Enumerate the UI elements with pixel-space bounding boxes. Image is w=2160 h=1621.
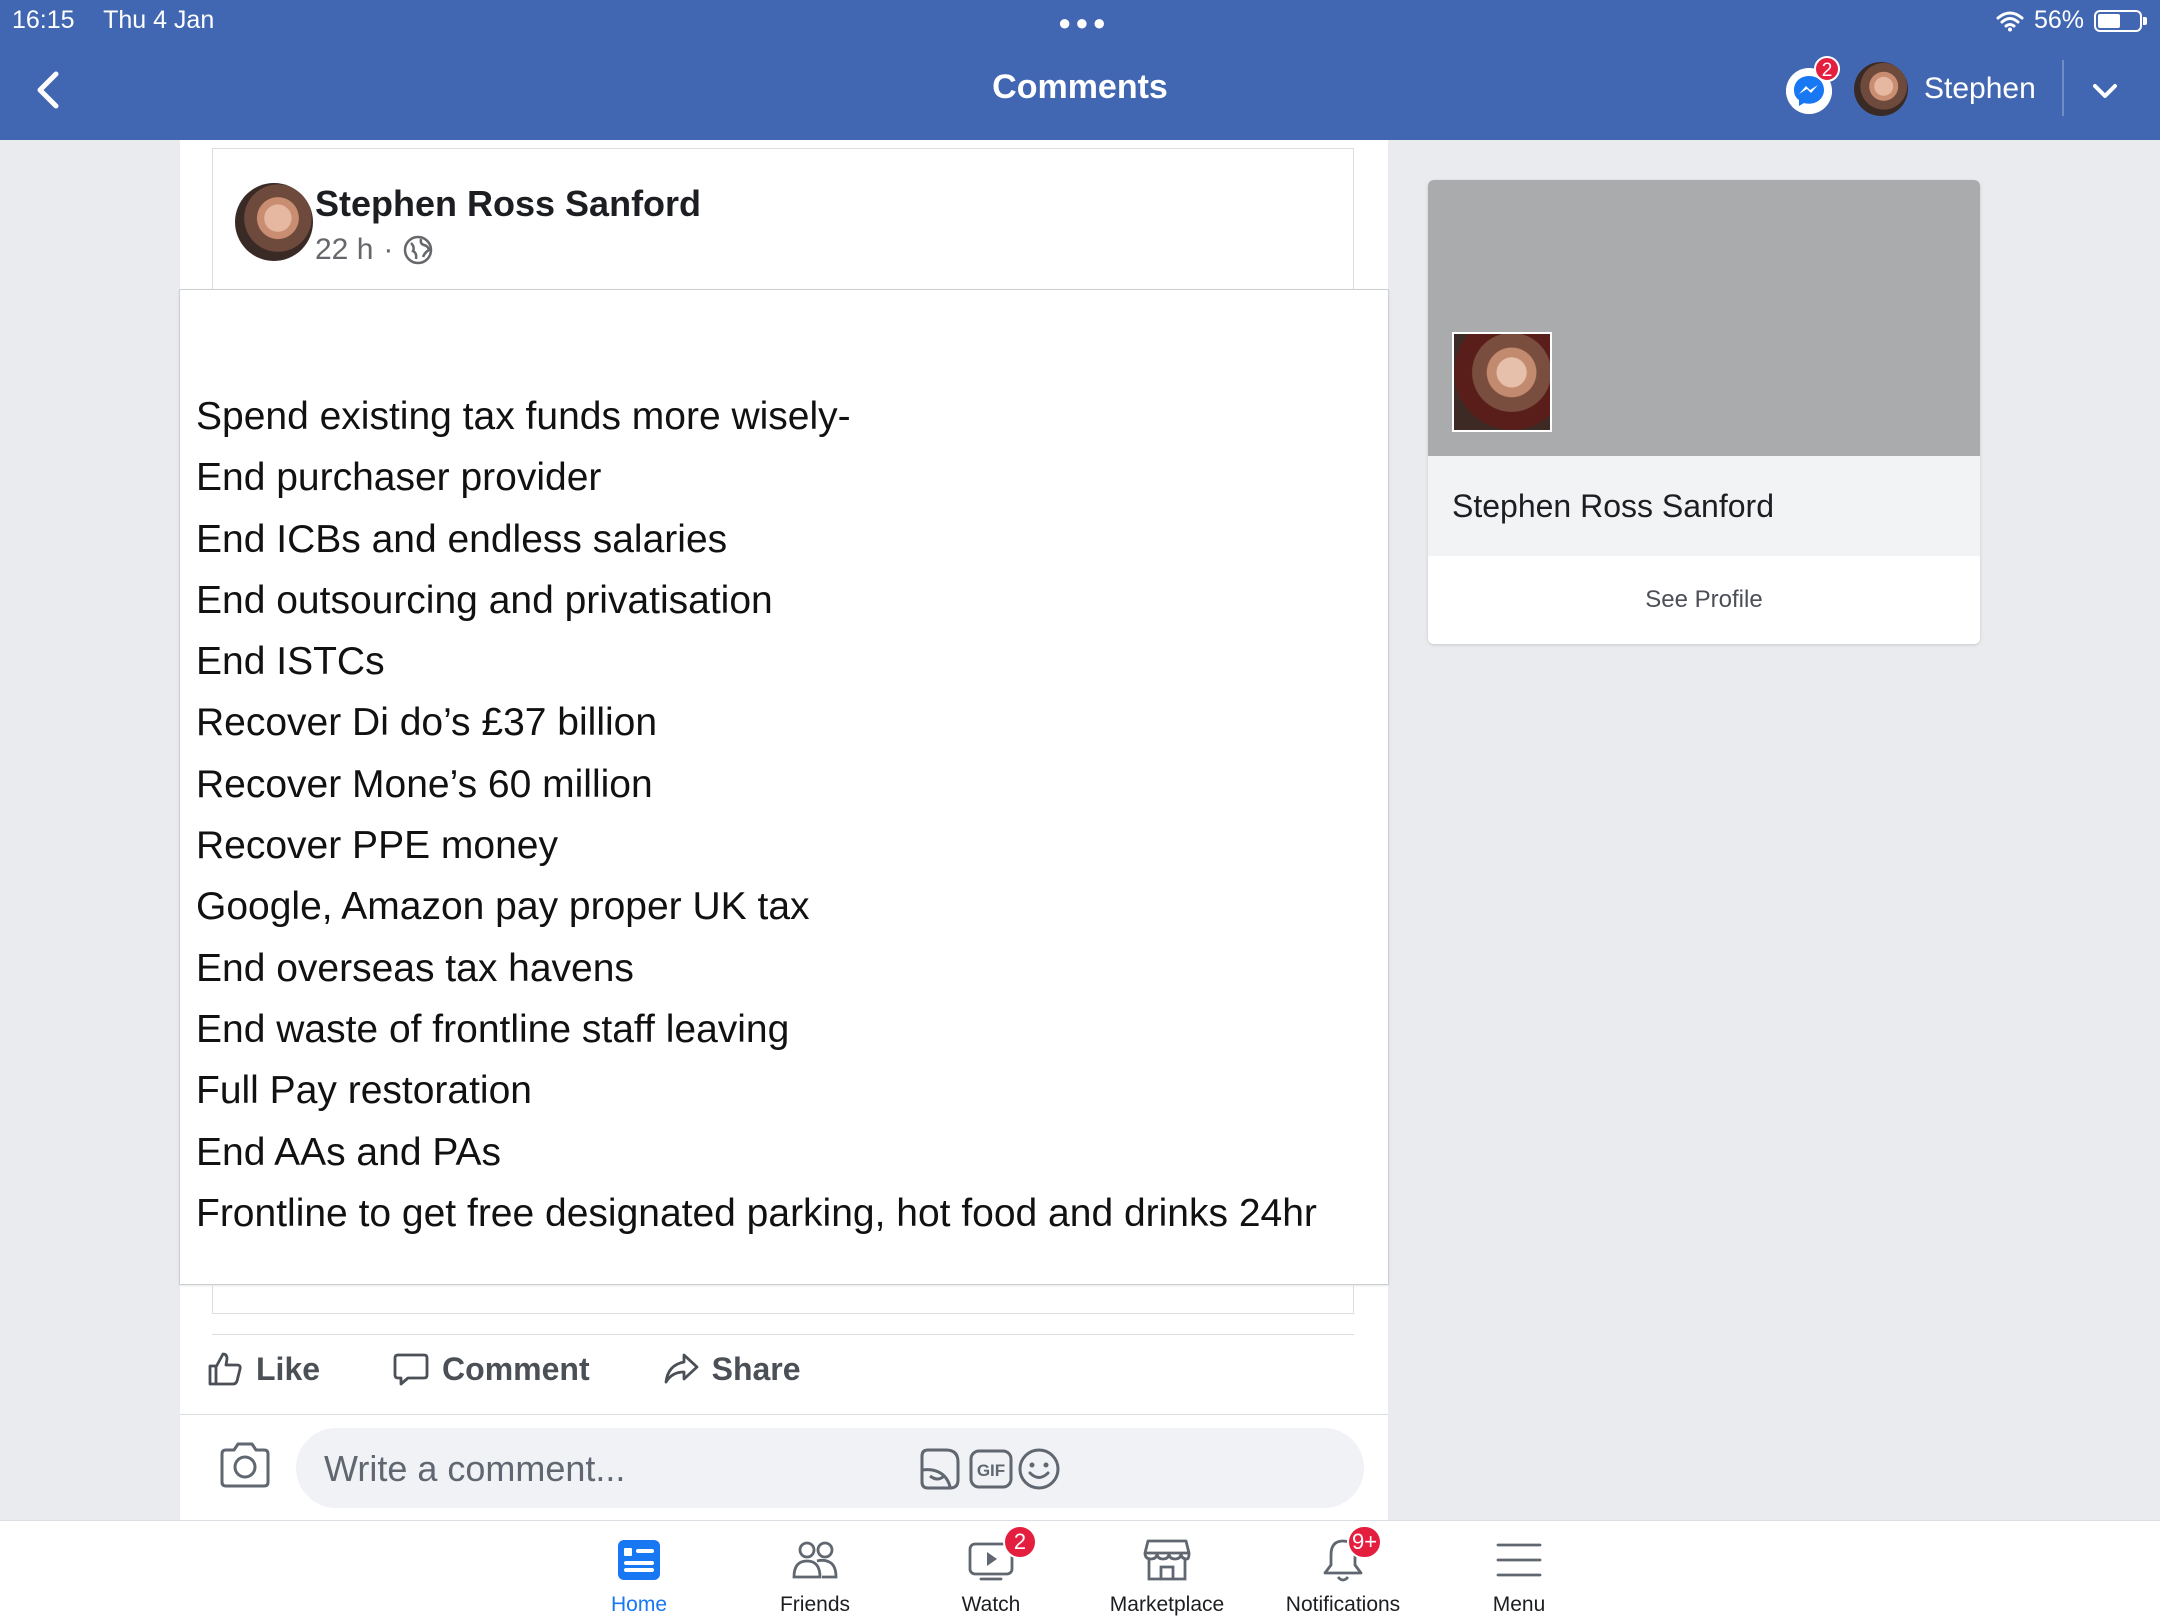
share-button[interactable]: Share	[662, 1350, 801, 1388]
profile-thumbnail[interactable]	[1452, 332, 1552, 432]
gif-icon[interactable]: GIF	[968, 1446, 1014, 1492]
sticker-icon[interactable]	[916, 1446, 962, 1492]
status-bar-right: 56%	[1996, 6, 2147, 35]
header-profile-button[interactable]: Stephen	[1854, 62, 2036, 116]
back-arrow-icon[interactable]	[28, 68, 68, 112]
comment-bubble-icon	[393, 1353, 429, 1386]
post-line: End purchaser provider	[196, 456, 602, 500]
divider	[212, 1334, 1354, 1335]
see-profile-button[interactable]: See Profile	[1428, 556, 1980, 644]
battery-percent: 56%	[2033, 6, 2084, 34]
tab-label: Notifications	[1285, 1593, 1401, 1616]
friends-icon	[792, 1541, 838, 1579]
author-name[interactable]: Stephen Ross Sanford	[315, 183, 701, 225]
svg-text:GIF: GIF	[977, 1461, 1005, 1480]
like-label: Like	[256, 1350, 321, 1387]
wifi-icon	[1996, 11, 2024, 31]
post-line: End outsourcing and privatisation	[196, 578, 773, 622]
post-line: Recover Di do’s £37 billion	[196, 701, 658, 745]
battery-icon	[2094, 9, 2147, 32]
marketplace-icon	[1143, 1539, 1191, 1581]
post-line: Full Pay restoration	[196, 1069, 532, 1113]
thumbs-up-icon	[208, 1352, 242, 1386]
tab-label: Home	[610, 1593, 668, 1616]
post-line: Recover Mone’s 60 million	[196, 762, 653, 806]
post-line: Recover PPE money	[196, 824, 558, 868]
post-line: Google, Amazon pay proper UK tax	[196, 885, 810, 929]
tab-label: Menu	[1492, 1593, 1546, 1616]
post-text-lines: Spend existing tax funds more wisely- En…	[196, 386, 1317, 1244]
post-actions: Like Comment Share	[206, 1350, 873, 1388]
like-button[interactable]: Like	[206, 1350, 320, 1388]
camera-icon[interactable]	[218, 1440, 272, 1490]
tab-menu[interactable]: Menu	[1431, 1521, 1607, 1621]
home-icon	[618, 1540, 660, 1580]
tab-watch[interactable]: 2 Watch	[903, 1521, 1079, 1621]
post-line: End AAs and PAs	[196, 1130, 501, 1174]
top-app-bar: 16:15 Thu 4 Jan ●●● 56% Comments 2 Steph…	[0, 0, 2160, 140]
globe-icon	[404, 235, 433, 265]
post-line: End ISTCs	[196, 640, 385, 684]
status-time: 16:15	[12, 6, 75, 34]
watch-badge: 2	[1003, 1525, 1037, 1559]
tab-friends[interactable]: Friends	[727, 1521, 903, 1621]
post-meta: 22 h ·	[315, 233, 433, 267]
share-arrow-icon	[664, 1353, 698, 1384]
messenger-badge: 2	[1814, 56, 1840, 82]
comment-button[interactable]: Comment	[392, 1350, 590, 1388]
status-bar-left: 16:15 Thu 4 Jan	[12, 6, 236, 35]
chevron-down-icon[interactable]	[2088, 74, 2122, 108]
header-avatar	[1854, 62, 1908, 116]
share-label: Share	[711, 1350, 801, 1387]
post-card: Stephen Ross Sanford 22 h · Spend existi…	[180, 140, 1388, 1520]
tab-label: Marketplace	[1109, 1593, 1225, 1616]
tab-label: Friends	[779, 1593, 851, 1616]
profile-card: Stephen Ross Sanford See Profile	[1428, 180, 1980, 644]
post-line: End waste of frontline staff leaving	[196, 1007, 790, 1051]
post-image-frame-bottom	[212, 1284, 1354, 1314]
status-date: Thu 4 Jan	[103, 6, 215, 34]
header-profile-name: Stephen	[1924, 72, 2036, 105]
post-line: Spend existing tax funds more wisely-	[196, 395, 851, 438]
tab-notifications[interactable]: 9+ Notifications	[1255, 1521, 1431, 1621]
comment-label: Comment	[442, 1350, 590, 1387]
header-divider	[2062, 60, 2064, 116]
multitasking-dots-icon[interactable]: ●●●	[1058, 10, 1110, 36]
post-line: Frontline to get free designated parking…	[196, 1191, 1317, 1235]
author-avatar[interactable]	[235, 183, 313, 261]
post-line: End ICBs and endless salaries	[196, 517, 728, 561]
post-line: End overseas tax havens	[196, 946, 634, 990]
divider	[180, 1414, 1388, 1415]
menu-icon	[1496, 1543, 1542, 1577]
notifications-badge: 9+	[1347, 1525, 1383, 1559]
comment-composer: GIF	[296, 1428, 1364, 1510]
tab-home[interactable]: Home	[551, 1521, 727, 1621]
tab-marketplace[interactable]: Marketplace	[1079, 1521, 1255, 1621]
meta-separator: ·	[383, 233, 394, 266]
cover-photo	[1428, 180, 1980, 456]
post-time[interactable]: 22 h	[315, 233, 373, 267]
profile-card-name[interactable]: Stephen Ross Sanford	[1452, 488, 1774, 525]
post-image[interactable]: Spend existing tax funds more wisely- En…	[180, 290, 1388, 1284]
tab-label: Watch	[961, 1593, 1021, 1616]
post-header: Stephen Ross Sanford 22 h ·	[212, 148, 1354, 290]
bottom-tab-bar: Home Friends 2 Watch Marketplace 9+ Noti…	[0, 1520, 2160, 1621]
profile-card-name-row: Stephen Ross Sanford	[1428, 456, 1980, 556]
emoji-icon[interactable]	[1016, 1446, 1062, 1492]
